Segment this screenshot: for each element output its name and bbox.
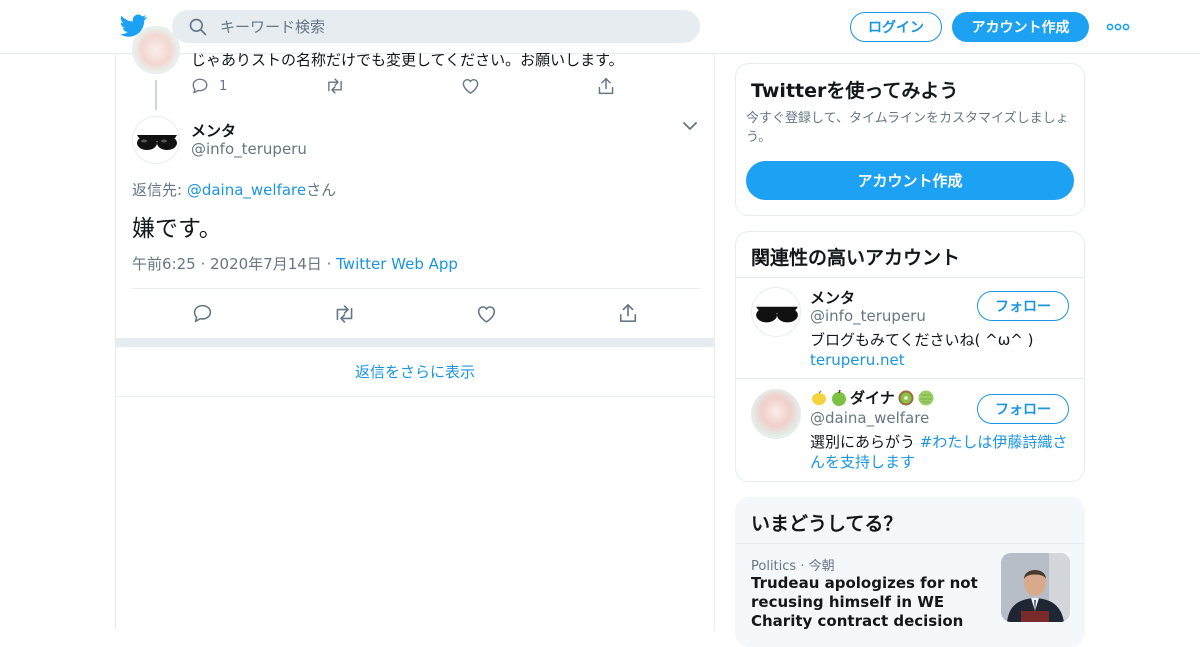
trend-time: 今朝	[808, 559, 835, 574]
search-box[interactable]	[172, 10, 700, 43]
login-button[interactable]: ログイン	[850, 12, 942, 42]
main-column: じゃありストの名称だけでも変更してください。お願いします。 1 メンタ @inf…	[115, 26, 715, 630]
author-handle[interactable]: @info_teruperu	[191, 140, 307, 158]
retweet-button[interactable]	[333, 304, 356, 324]
lemon-icon	[810, 389, 828, 407]
related-accounts-title: 関連性の高いアカウント	[751, 247, 961, 269]
create-account-button[interactable]: アカウント作成	[746, 161, 1074, 200]
trends-card: いまどうしてる？ Politics · 今朝 Trudeau apologize…	[735, 497, 1085, 647]
chevron-down-icon[interactable]	[683, 121, 697, 131]
share-icon	[597, 76, 615, 96]
signup-card: Twitterを使ってみよう 今すぐ登録して、タイムラインをカスタマイズしましょ…	[735, 63, 1085, 216]
avatar[interactable]	[132, 116, 180, 164]
author-name[interactable]: メンタ	[191, 120, 236, 141]
divider	[736, 543, 1084, 544]
divider	[736, 277, 1084, 278]
bio-link[interactable]: teruperu.net	[810, 350, 1072, 370]
related-accounts-card: 関連性の高いアカウント メンタ @info_teruperu フォロー ブログも…	[735, 231, 1085, 482]
signup-card-description: 今すぐ登録して、タイムラインをカスタマイズしましょう。	[746, 111, 1069, 145]
tweet-date[interactable]: 2020年7月14日	[210, 255, 322, 273]
reply-handle-link[interactable]: @daina_welfare	[187, 181, 306, 199]
sunglasses-icon	[756, 306, 798, 323]
trend-meta: Politics · 今朝	[751, 559, 835, 574]
trends-title: いまどうしてる？	[751, 513, 903, 535]
account-name[interactable]: ダイナ	[850, 387, 895, 408]
follow-button[interactable]: フォロー	[977, 394, 1069, 424]
like-action[interactable]	[461, 77, 480, 95]
reply-button[interactable]	[192, 303, 213, 324]
reply-action[interactable]: 1	[191, 77, 227, 95]
follow-button[interactable]: フォロー	[977, 291, 1069, 321]
retweet-icon	[333, 304, 356, 324]
signup-card-title: Twitterを使ってみよう	[751, 80, 959, 102]
tweet-source-link[interactable]: Twitter Web App	[336, 255, 458, 273]
more-options-icon[interactable]	[1106, 20, 1130, 34]
trend-thumbnail-image[interactable]	[1001, 553, 1070, 622]
top-bar: ログイン アカウント作成	[0, 0, 1200, 54]
share-button[interactable]	[618, 302, 638, 324]
retweet-icon	[325, 77, 345, 95]
trend-headline[interactable]: Trudeau apologizes for not recusing hims…	[751, 574, 996, 631]
heart-icon	[461, 77, 480, 95]
avatar[interactable]	[132, 26, 180, 74]
prev-tweet-text: じゃありストの名称だけでも変更してください。お願いします。	[191, 51, 624, 69]
signup-button[interactable]: アカウント作成	[952, 12, 1089, 42]
divider	[736, 378, 1084, 379]
divider	[132, 288, 700, 289]
tweet-meta: 午前6:25 · 2020年7月14日 · Twitter Web App	[132, 255, 458, 273]
account-bio: 選別にあらがう #わたしは伊藤詩織さんを支持します	[810, 432, 1072, 472]
account-handle[interactable]: @daina_welfare	[810, 409, 929, 427]
reply-prefix: 返信先:	[132, 181, 187, 199]
account-handle[interactable]: @info_teruperu	[810, 307, 926, 325]
search-input[interactable]	[220, 10, 680, 43]
reply-icon	[192, 303, 213, 324]
account-bio: ブログもみてくださいね( ^ω^ ) teruperu.net	[810, 330, 1072, 370]
reply-suffix: さん	[306, 181, 337, 199]
avatar[interactable]	[751, 389, 801, 439]
sunglasses-icon	[137, 135, 177, 150]
reply-context: 返信先: @daina_welfareさん	[132, 179, 336, 200]
tweet-text: 嫌です。	[132, 216, 222, 242]
apple-icon	[830, 389, 848, 407]
reply-count: 1	[219, 78, 228, 94]
kiwi-icon	[897, 389, 915, 407]
section-divider	[116, 338, 714, 347]
avatar[interactable]	[751, 287, 801, 337]
like-button[interactable]	[476, 304, 497, 324]
show-more-replies-link[interactable]: 返信をさらに表示	[116, 347, 714, 397]
account-name[interactable]: メンタ	[810, 287, 855, 308]
tweet-time[interactable]: 午前6:25	[132, 255, 196, 273]
trend-category: Politics	[751, 559, 797, 574]
account-name-row[interactable]: ダイナ	[810, 387, 935, 408]
reply-icon	[191, 77, 209, 95]
bio-text: 選別にあらがう	[810, 433, 920, 451]
heart-icon	[476, 304, 497, 324]
retweet-action[interactable]	[325, 77, 345, 95]
bio-text: ブログもみてくださいね( ^ω^ )	[810, 331, 1034, 349]
thread-connector	[155, 80, 157, 110]
search-icon	[188, 17, 208, 37]
melon-icon	[917, 389, 935, 407]
share-action[interactable]	[597, 76, 615, 96]
share-icon	[618, 302, 638, 324]
